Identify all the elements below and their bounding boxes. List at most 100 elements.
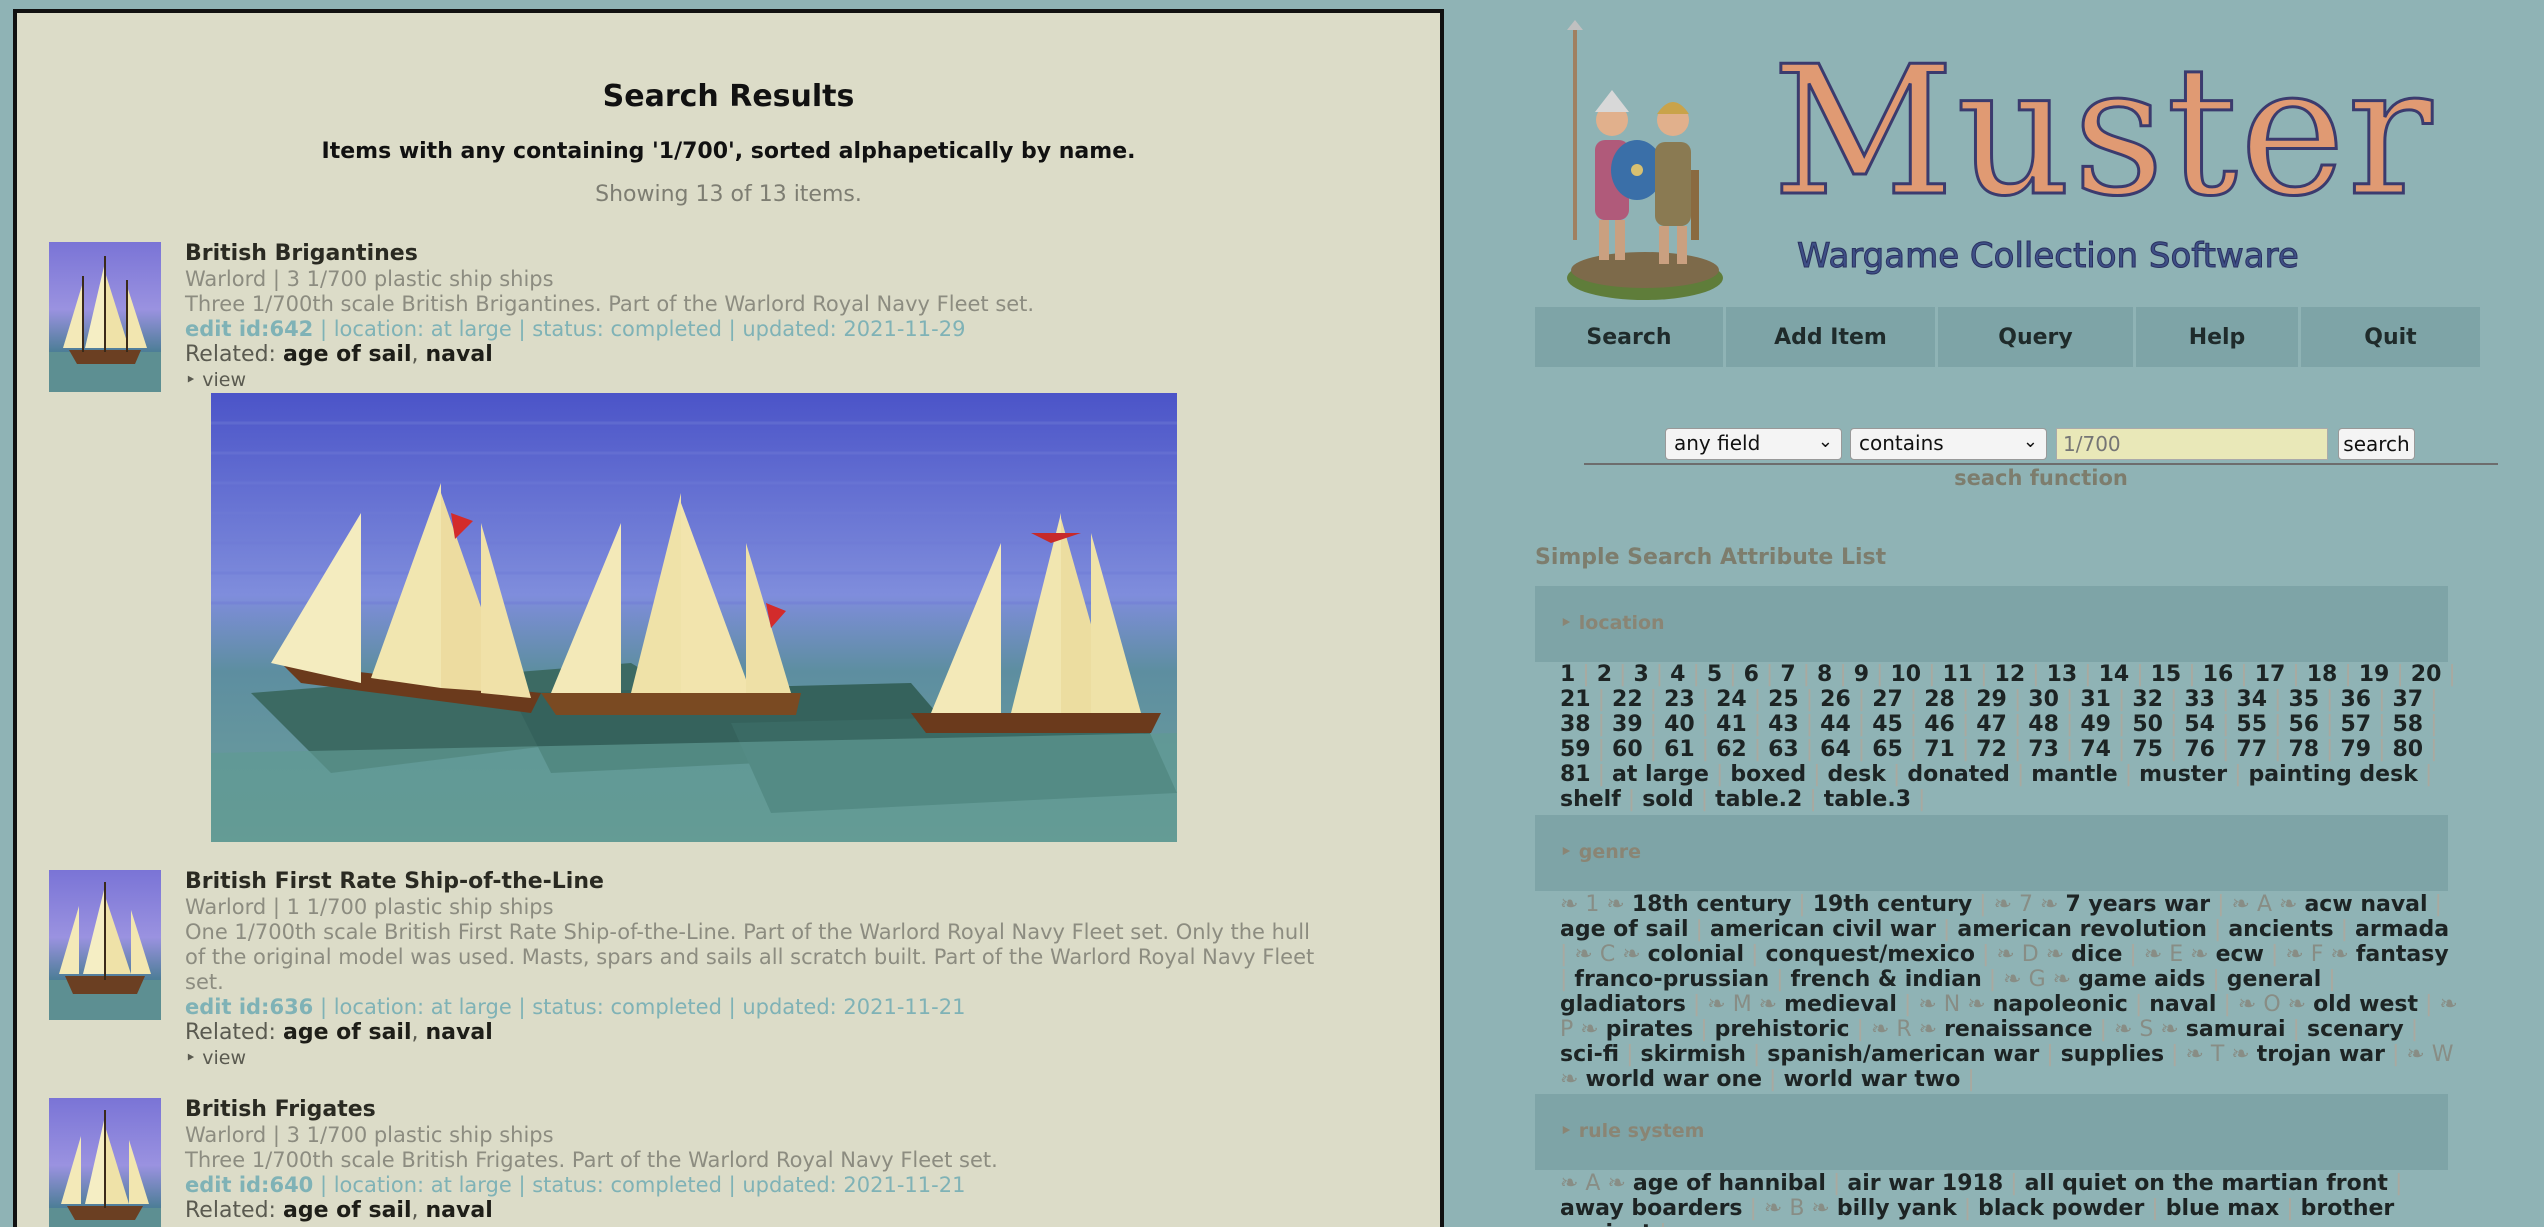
- attribute-link[interactable]: 79: [2340, 737, 2371, 762]
- section-header-genre[interactable]: ‣ genre: [1535, 815, 2448, 891]
- related-tag[interactable]: age of sail: [283, 1198, 412, 1223]
- attribute-link[interactable]: armada: [2355, 917, 2449, 942]
- attribute-link[interactable]: 13: [2047, 662, 2078, 687]
- attribute-link[interactable]: skirmish: [1641, 1042, 1746, 1067]
- attribute-link[interactable]: 39: [1612, 712, 1643, 737]
- view-toggle[interactable]: ‣ view: [185, 369, 246, 391]
- attribute-link[interactable]: dice: [2071, 942, 2122, 967]
- attribute-link[interactable]: naval: [2149, 992, 2216, 1017]
- attribute-link[interactable]: general: [2227, 967, 2322, 992]
- attribute-link[interactable]: american civil war: [1710, 917, 1936, 942]
- edit-link[interactable]: edit id:636: [185, 995, 313, 1019]
- attribute-link[interactable]: 17: [2255, 662, 2286, 687]
- section-header-rule-system[interactable]: ‣ rule system: [1535, 1094, 2448, 1170]
- attribute-link[interactable]: 46: [1924, 712, 1955, 737]
- attribute-link[interactable]: 62: [1716, 737, 1747, 762]
- search-button[interactable]: search: [2338, 428, 2415, 460]
- attribute-link[interactable]: 7 years war: [2065, 892, 2210, 917]
- attribute-link[interactable]: 24: [1716, 687, 1747, 712]
- section-header-location[interactable]: ‣ location: [1535, 586, 2448, 662]
- attribute-link[interactable]: 15: [2151, 662, 2182, 687]
- attribute-link[interactable]: 60: [1612, 737, 1643, 762]
- attribute-link[interactable]: 48: [2028, 712, 2059, 737]
- attribute-link[interactable]: 25: [1768, 687, 1799, 712]
- attribute-link[interactable]: black powder: [1978, 1196, 2144, 1221]
- attribute-link[interactable]: world war two: [1783, 1067, 1960, 1092]
- attribute-link[interactable]: franco-prussian: [1574, 967, 1769, 992]
- attribute-link[interactable]: 77: [2236, 737, 2267, 762]
- attribute-link[interactable]: 73: [2028, 737, 2059, 762]
- attribute-link[interactable]: 37: [2393, 687, 2424, 712]
- attribute-link[interactable]: 54: [2184, 712, 2215, 737]
- attribute-link[interactable]: table.2: [1715, 787, 1802, 812]
- attribute-link[interactable]: 16: [2203, 662, 2234, 687]
- item-thumbnail[interactable]: [49, 242, 161, 392]
- attribute-link[interactable]: age of hannibal: [1633, 1171, 1826, 1196]
- attribute-link[interactable]: age of sail: [1560, 917, 1689, 942]
- attribute-link[interactable]: 63: [1768, 737, 1799, 762]
- attribute-link[interactable]: 9: [1854, 662, 1869, 687]
- attribute-link[interactable]: 14: [2099, 662, 2130, 687]
- attribute-link[interactable]: 30: [2028, 687, 2059, 712]
- attribute-link[interactable]: 81: [1560, 762, 1591, 787]
- attribute-link[interactable]: boxed: [1730, 762, 1806, 787]
- nav-quit-button[interactable]: Quit: [2301, 307, 2480, 367]
- attribute-link[interactable]: desk: [1828, 762, 1886, 787]
- related-tag[interactable]: naval: [426, 1198, 493, 1223]
- attribute-link[interactable]: 49: [2080, 712, 2111, 737]
- attribute-link[interactable]: 32: [2132, 687, 2163, 712]
- attribute-link[interactable]: 61: [1664, 737, 1695, 762]
- attribute-link[interactable]: 26: [1820, 687, 1851, 712]
- related-tag[interactable]: age of sail: [283, 342, 412, 367]
- attribute-link[interactable]: 12: [1995, 662, 2026, 687]
- attribute-link[interactable]: 65: [1872, 737, 1903, 762]
- attribute-link[interactable]: 56: [2288, 712, 2319, 737]
- attribute-link[interactable]: 18th century: [1632, 892, 1791, 917]
- attribute-link[interactable]: 28: [1924, 687, 1955, 712]
- attribute-link[interactable]: 31: [2080, 687, 2111, 712]
- attribute-link[interactable]: game aids: [2078, 967, 2205, 992]
- operator-select[interactable]: contains ⌄: [1850, 428, 2047, 460]
- attribute-link[interactable]: 4: [1670, 662, 1685, 687]
- attribute-link[interactable]: french & indian: [1791, 967, 1982, 992]
- attribute-link[interactable]: 35: [2288, 687, 2319, 712]
- item-thumbnail[interactable]: [49, 1098, 161, 1227]
- attribute-link[interactable]: trojan war: [2257, 1042, 2385, 1067]
- attribute-link[interactable]: billy yank: [1837, 1196, 1957, 1221]
- attribute-link[interactable]: sci-fi: [1560, 1042, 1619, 1067]
- attribute-link[interactable]: 78: [2288, 737, 2319, 762]
- attribute-link[interactable]: pirates: [1606, 1017, 1694, 1042]
- attribute-link[interactable]: 3: [1633, 662, 1648, 687]
- attribute-link[interactable]: 80: [2393, 737, 2424, 762]
- attribute-link[interactable]: 64: [1820, 737, 1851, 762]
- item-thumbnail[interactable]: [49, 870, 161, 1020]
- attribute-link[interactable]: conquest/mexico: [1765, 942, 1975, 967]
- attribute-link[interactable]: 44: [1820, 712, 1851, 737]
- attribute-link[interactable]: 8: [1817, 662, 1832, 687]
- nav-query-button[interactable]: Query: [1938, 307, 2133, 367]
- attribute-link[interactable]: 47: [1976, 712, 2007, 737]
- attribute-link[interactable]: 10: [1890, 662, 1921, 687]
- attribute-link[interactable]: 38: [1560, 712, 1591, 737]
- attribute-link[interactable]: spanish/american war: [1767, 1042, 2039, 1067]
- attribute-link[interactable]: old west: [2313, 992, 2418, 1017]
- nav-help-button[interactable]: Help: [2136, 307, 2298, 367]
- attribute-link[interactable]: american revolution: [1957, 917, 2207, 942]
- field-select[interactable]: any field ⌄: [1665, 428, 1842, 460]
- attribute-link[interactable]: samurai: [2186, 1017, 2286, 1042]
- attribute-link[interactable]: 58: [2393, 712, 2424, 737]
- attribute-link[interactable]: 22: [1612, 687, 1643, 712]
- attribute-link[interactable]: 55: [2236, 712, 2267, 737]
- view-toggle[interactable]: ‣ view: [185, 1047, 246, 1069]
- related-tag[interactable]: naval: [426, 1020, 493, 1045]
- attribute-link[interactable]: acw naval: [2304, 892, 2427, 917]
- attribute-link[interactable]: sold: [1642, 787, 1694, 812]
- nav-add-item-button[interactable]: Add Item: [1726, 307, 1935, 367]
- attribute-link[interactable]: 43: [1768, 712, 1799, 737]
- attribute-link[interactable]: 20: [2411, 662, 2442, 687]
- attribute-link[interactable]: ecw: [2216, 942, 2264, 967]
- attribute-link[interactable]: 6: [1744, 662, 1759, 687]
- attribute-link[interactable]: 45: [1872, 712, 1903, 737]
- attribute-link[interactable]: 34: [2236, 687, 2267, 712]
- attribute-link[interactable]: at large: [1612, 762, 1709, 787]
